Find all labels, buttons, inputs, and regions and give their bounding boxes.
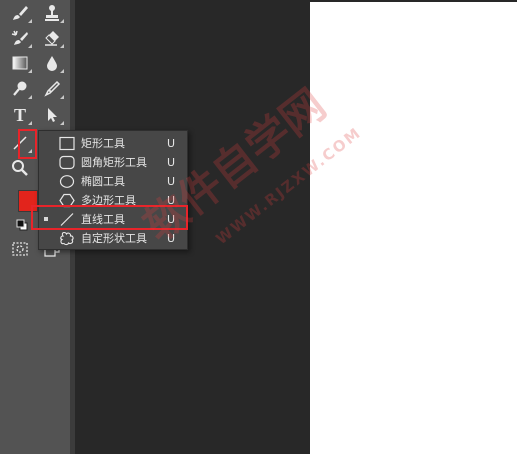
line-tool-highlight-box: [18, 129, 37, 159]
path-selection-tool[interactable]: [40, 104, 64, 126]
brush-icon: [13, 6, 28, 20]
magnifier-icon: [12, 160, 28, 176]
gradient-icon: [12, 56, 28, 70]
history-brush-tool[interactable]: [8, 27, 32, 49]
history-brush-icon: [11, 30, 28, 45]
rounded-rectangle-icon: [59, 155, 75, 170]
eraser-icon: [45, 31, 59, 46]
ellipse-icon: [59, 175, 75, 188]
gradient-tool[interactable]: [8, 52, 32, 74]
dodge-icon: [13, 81, 27, 96]
brush-tool[interactable]: [8, 2, 32, 24]
eraser-tool[interactable]: [40, 27, 64, 49]
quick-mask[interactable]: [8, 238, 32, 260]
pen-icon: [44, 80, 61, 97]
arrow-icon: [48, 108, 57, 122]
drop-icon: [47, 56, 57, 71]
pen-tool[interactable]: [40, 78, 64, 100]
document-canvas[interactable]: [310, 2, 517, 454]
quick-mask-icon: [12, 242, 28, 256]
clone-stamp-tool[interactable]: [40, 2, 64, 24]
menu-item-rectangle-tool[interactable]: 矩形工具 U: [39, 134, 187, 153]
stamp-icon: [45, 5, 59, 21]
menu-item-rounded-rectangle-tool[interactable]: 圆角矩形工具 U: [39, 153, 187, 172]
type-tool[interactable]: T: [8, 104, 32, 126]
zoom-tool[interactable]: [8, 157, 32, 179]
default-colors-icon[interactable]: [16, 216, 28, 231]
type-icon: T: [13, 105, 26, 125]
blur-tool[interactable]: [40, 52, 64, 74]
custom-shape-icon: [60, 231, 74, 246]
dodge-tool[interactable]: [8, 78, 32, 100]
rectangle-icon: [59, 136, 75, 151]
